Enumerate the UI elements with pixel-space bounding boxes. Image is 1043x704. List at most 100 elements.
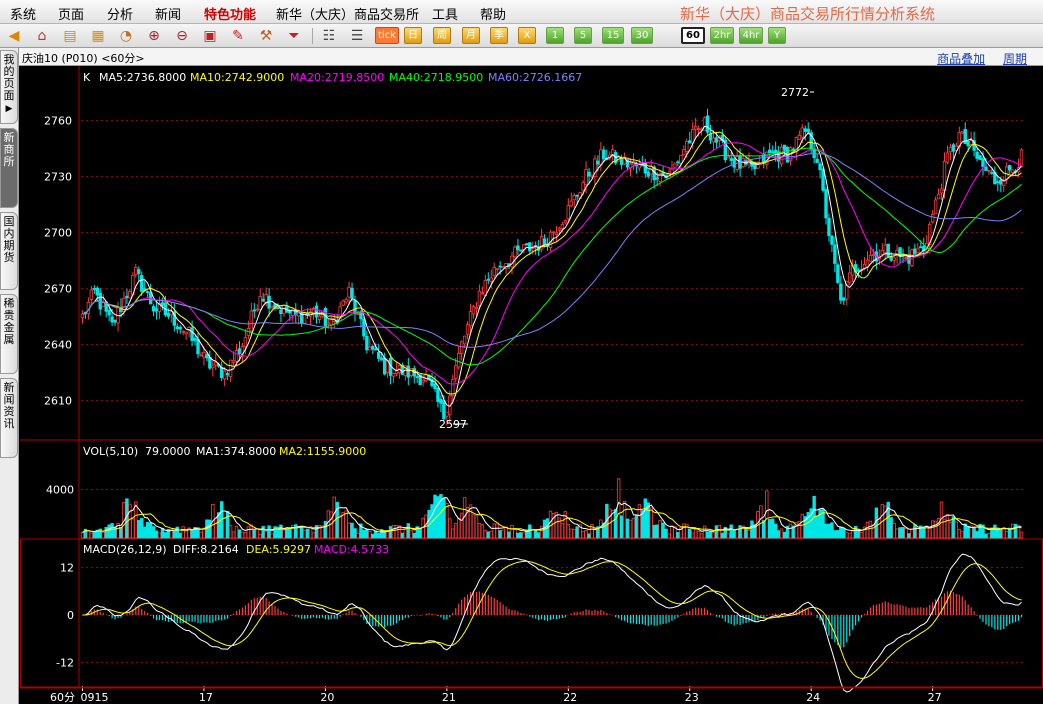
volume-bar — [454, 523, 458, 539]
volume-bar — [889, 517, 893, 539]
candle-body — [836, 264, 840, 283]
window-icon[interactable]: ▣ — [201, 27, 219, 45]
volume-bar — [498, 530, 502, 539]
candle-body — [554, 232, 559, 235]
candle-body — [768, 149, 772, 153]
side-tab-precious-metals[interactable]: 稀贵金属 — [0, 294, 18, 374]
period-day-button[interactable]: 日 — [404, 27, 422, 44]
commodity-overlay-link[interactable]: 商品叠加 — [937, 52, 985, 66]
pie-icon[interactable]: ◔ — [117, 27, 135, 45]
candle-body — [329, 318, 334, 326]
period-1-button[interactable]: 1 — [546, 27, 564, 44]
candle-body — [314, 305, 319, 318]
menu-analysis[interactable]: 分析 — [107, 4, 133, 23]
period-15-button[interactable]: 15 — [602, 27, 624, 44]
volume-bar — [433, 494, 437, 539]
volume-bar — [504, 526, 508, 539]
kline-chart[interactable]: 2610 2640 2670 2700 2730 2760 4000 12 0 -12 60分 091… — [20, 66, 1043, 704]
volume-bar — [634, 515, 639, 539]
period-60-button[interactable]: 60 — [681, 27, 705, 44]
candle-body — [128, 291, 132, 299]
candle-body — [341, 300, 345, 306]
volume-bar — [824, 523, 828, 539]
volume-bar — [975, 531, 979, 539]
volume-bar — [409, 530, 413, 539]
home-icon[interactable]: ⌂ — [33, 27, 51, 45]
candle-body — [560, 224, 565, 229]
side-tab-label: 国内期货 — [3, 215, 15, 264]
period-quarter-button[interactable]: 季 — [490, 27, 508, 44]
candle-body — [140, 275, 144, 292]
volume-bar — [264, 531, 268, 539]
candle-body — [89, 289, 94, 301]
vol-legend-label: VOL(5,10) — [83, 445, 138, 458]
volume-bar — [779, 528, 784, 539]
back-arrow-icon[interactable]: ◀ — [5, 27, 23, 45]
menu-exchange[interactable]: 新华（大庆）商品交易所 — [276, 4, 419, 23]
period-2hr-button[interactable]: 2hr — [710, 27, 734, 44]
volume-bar — [963, 523, 967, 539]
volume-bar — [676, 532, 680, 539]
volume-bar — [984, 533, 988, 539]
price-tick-label: 2760 — [44, 115, 72, 128]
x-axis-date-label: 21 — [442, 691, 456, 704]
pen-icon[interactable]: ✎ — [229, 27, 247, 45]
zoom-out-icon[interactable]: ⊖ — [173, 27, 191, 45]
menu-page[interactable]: 页面 — [58, 4, 84, 23]
period-5-button[interactable]: 5 — [574, 27, 592, 44]
table-icon[interactable]: ☷ — [320, 27, 338, 45]
volume-bar — [522, 532, 526, 539]
page-icon[interactable]: ▤ — [61, 27, 79, 45]
period-year-button[interactable]: Y — [768, 27, 786, 44]
period-30-button[interactable]: 30 — [631, 27, 653, 44]
volume-bar — [957, 529, 962, 539]
volume-bar — [252, 529, 256, 539]
volume-bar — [299, 525, 304, 539]
candle-body — [178, 326, 182, 330]
volume-bar — [655, 524, 659, 539]
period-4hr-button[interactable]: 4hr — [739, 27, 763, 44]
period-x-button[interactable]: X — [518, 27, 536, 44]
list-icon[interactable]: ☰ — [348, 27, 366, 45]
period-month-button[interactable]: 月 — [462, 27, 480, 44]
volume-bar — [599, 519, 603, 539]
side-tab-domestic-futures[interactable]: 国内期货 — [0, 212, 18, 290]
volume-bar — [172, 530, 177, 539]
side-tab-xinshangsuo[interactable]: 新商所 — [0, 128, 18, 208]
menu-help[interactable]: 帮助 — [480, 4, 506, 23]
candle-body — [498, 265, 502, 268]
volume-bar — [335, 501, 339, 539]
side-tab-news[interactable]: 新闻资讯 — [0, 378, 18, 458]
candle-body — [581, 182, 585, 191]
zoom-in-icon[interactable]: ⊕ — [145, 27, 163, 45]
tick-button[interactable]: tick — [375, 27, 399, 44]
volume-bar — [868, 520, 873, 539]
volume-bar — [480, 524, 485, 539]
side-tab-my-page[interactable]: 我的页面 ▶ — [0, 50, 18, 124]
menu-special-features[interactable]: 特色功能 — [204, 4, 256, 23]
menu-news[interactable]: 新闻 — [155, 4, 181, 23]
volume-bar — [297, 526, 301, 539]
candle-body — [815, 158, 819, 163]
candle-body — [368, 346, 372, 351]
volume-bar — [717, 524, 722, 539]
period-link[interactable]: 周期 — [1003, 52, 1027, 66]
period-week-button[interactable]: 周 — [433, 27, 451, 44]
volume-bar — [865, 521, 870, 539]
macd-value-legend: MACD:4.5733 — [314, 543, 389, 556]
volume-bar — [128, 503, 132, 539]
volume-bar — [347, 522, 351, 539]
candle-body — [445, 411, 449, 417]
tools-icon[interactable]: ⚒ — [257, 27, 275, 45]
candle-body — [474, 306, 479, 310]
candle-body — [646, 172, 650, 177]
menu-tools[interactable]: 工具 — [432, 4, 458, 23]
candle-body — [145, 291, 150, 293]
menu-system[interactable]: 系统 — [10, 4, 36, 23]
chart-page-icon[interactable]: ▦ — [89, 27, 107, 45]
candle-body — [199, 354, 203, 357]
filter-icon[interactable]: ⏷ — [285, 27, 303, 45]
volume-bar — [747, 529, 751, 539]
volume-bar — [344, 510, 348, 539]
candle-body — [655, 177, 659, 180]
